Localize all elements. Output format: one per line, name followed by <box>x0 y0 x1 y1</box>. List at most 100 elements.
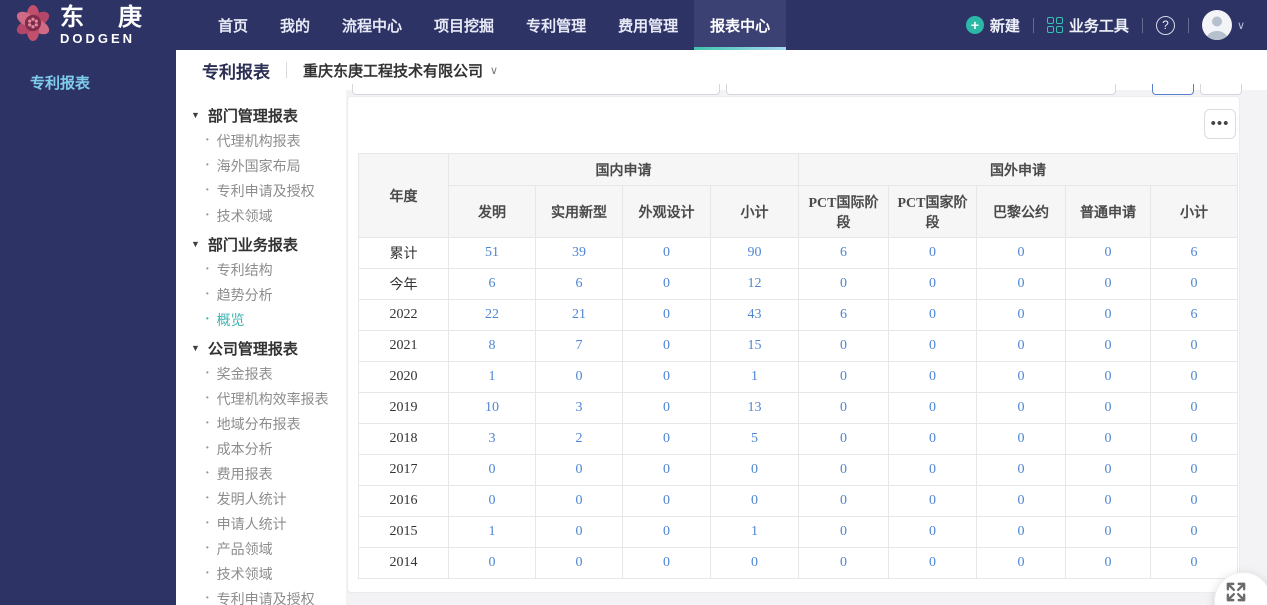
nav-item-首页[interactable]: 首页 <box>202 0 264 50</box>
nav-item-费用管理[interactable]: 费用管理 <box>602 0 694 50</box>
count-link[interactable]: 3 <box>576 400 583 415</box>
count-link[interactable]: 10 <box>485 400 499 415</box>
count-link[interactable]: 0 <box>663 338 670 353</box>
count-link[interactable]: 0 <box>751 462 758 477</box>
count-link[interactable]: 3 <box>489 431 496 446</box>
count-link[interactable]: 0 <box>751 493 758 508</box>
menu-item-成本分析[interactable]: · 成本分析 <box>191 436 346 461</box>
count-link[interactable]: 0 <box>1018 276 1025 291</box>
count-link[interactable]: 0 <box>929 307 936 322</box>
count-link[interactable]: 0 <box>1105 338 1112 353</box>
menu-item-海外国家布局[interactable]: · 海外国家布局 <box>191 153 346 178</box>
count-link[interactable]: 0 <box>1191 462 1198 477</box>
count-link[interactable]: 12 <box>748 276 762 291</box>
count-link[interactable]: 0 <box>663 493 670 508</box>
count-link[interactable]: 0 <box>1191 369 1198 384</box>
count-link[interactable]: 0 <box>929 524 936 539</box>
count-link[interactable]: 0 <box>1018 524 1025 539</box>
count-link[interactable]: 0 <box>576 493 583 508</box>
count-link[interactable]: 90 <box>748 245 762 260</box>
count-link[interactable]: 0 <box>576 462 583 477</box>
menu-group-公司管理报表[interactable]: ▼ 公司管理报表 <box>191 335 346 361</box>
count-link[interactable]: 0 <box>1105 524 1112 539</box>
sidebar-item-patent-reports[interactable]: 专利报表 <box>30 72 176 93</box>
nav-item-专利管理[interactable]: 专利管理 <box>510 0 602 50</box>
count-link[interactable]: 0 <box>1105 369 1112 384</box>
menu-item-费用报表[interactable]: · 费用报表 <box>191 461 346 486</box>
count-link[interactable]: 43 <box>748 307 762 322</box>
count-link[interactable]: 0 <box>929 245 936 260</box>
nav-item-报表中心[interactable]: 报表中心 <box>694 0 787 50</box>
count-link[interactable]: 7 <box>576 338 583 353</box>
count-link[interactable]: 0 <box>1018 493 1025 508</box>
menu-item-趋势分析[interactable]: · 趋势分析 <box>191 282 346 307</box>
menu-item-地域分布报表[interactable]: · 地域分布报表 <box>191 411 346 436</box>
count-link[interactable]: 1 <box>751 369 758 384</box>
count-link[interactable]: 0 <box>1018 338 1025 353</box>
menu-item-专利申请及授权[interactable]: · 专利申请及授权 <box>191 178 346 203</box>
count-link[interactable]: 2 <box>576 431 583 446</box>
count-link[interactable]: 0 <box>1105 276 1112 291</box>
count-link[interactable]: 0 <box>840 369 847 384</box>
count-link[interactable]: 0 <box>663 400 670 415</box>
count-link[interactable]: 0 <box>663 555 670 570</box>
count-link[interactable]: 0 <box>1191 493 1198 508</box>
count-link[interactable]: 6 <box>1191 245 1198 260</box>
menu-item-发明人统计[interactable]: · 发明人统计 <box>191 486 346 511</box>
count-link[interactable]: 21 <box>572 307 586 322</box>
count-link[interactable]: 1 <box>489 369 496 384</box>
count-link[interactable]: 6 <box>840 307 847 322</box>
menu-item-代理机构报表[interactable]: · 代理机构报表 <box>191 128 346 153</box>
count-link[interactable]: 0 <box>840 462 847 477</box>
more-options-button[interactable]: ••• <box>1204 109 1236 139</box>
count-link[interactable]: 0 <box>1018 245 1025 260</box>
count-link[interactable]: 0 <box>929 369 936 384</box>
menu-group-部门业务报表[interactable]: ▼ 部门业务报表 <box>191 231 346 257</box>
count-link[interactable]: 0 <box>840 555 847 570</box>
search-button-clipped[interactable] <box>1152 84 1194 95</box>
count-link[interactable]: 0 <box>929 493 936 508</box>
count-link[interactable]: 0 <box>1018 400 1025 415</box>
count-link[interactable]: 0 <box>489 555 496 570</box>
count-link[interactable]: 0 <box>489 493 496 508</box>
count-link[interactable]: 1 <box>751 524 758 539</box>
count-link[interactable]: 0 <box>1191 555 1198 570</box>
count-link[interactable]: 0 <box>929 276 936 291</box>
help-icon[interactable]: ? <box>1155 15 1175 35</box>
count-link[interactable]: 0 <box>929 555 936 570</box>
count-link[interactable]: 22 <box>485 307 499 322</box>
nav-item-我的[interactable]: 我的 <box>264 0 326 50</box>
count-link[interactable]: 0 <box>1018 462 1025 477</box>
count-link[interactable]: 0 <box>1191 431 1198 446</box>
count-link[interactable]: 0 <box>840 276 847 291</box>
filter-input-clipped[interactable] <box>352 84 720 95</box>
count-link[interactable]: 0 <box>489 462 496 477</box>
count-link[interactable]: 0 <box>576 369 583 384</box>
count-link[interactable]: 0 <box>663 245 670 260</box>
count-link[interactable]: 0 <box>576 524 583 539</box>
business-tools-button[interactable]: 业务工具 <box>1046 15 1129 36</box>
new-button[interactable]: + 新建 <box>965 15 1020 36</box>
menu-item-技术领域[interactable]: · 技术领域 <box>191 203 346 228</box>
count-link[interactable]: 0 <box>576 555 583 570</box>
count-link[interactable]: 0 <box>929 462 936 477</box>
count-link[interactable]: 0 <box>663 524 670 539</box>
count-link[interactable]: 6 <box>1191 307 1198 322</box>
count-link[interactable]: 5 <box>751 431 758 446</box>
count-link[interactable]: 0 <box>840 493 847 508</box>
nav-item-项目挖掘[interactable]: 项目挖掘 <box>418 0 510 50</box>
company-selector[interactable]: 重庆东庚工程技术有限公司 ∨ <box>303 60 498 81</box>
count-link[interactable]: 51 <box>485 245 499 260</box>
menu-item-专利申请及授权[interactable]: · 专利申请及授权 <box>191 586 346 605</box>
count-link[interactable]: 0 <box>1191 400 1198 415</box>
menu-group-部门管理报表[interactable]: ▼ 部门管理报表 <box>191 102 346 128</box>
nav-item-流程中心[interactable]: 流程中心 <box>326 0 418 50</box>
menu-item-概览[interactable]: · 概览 <box>191 307 346 332</box>
count-link[interactable]: 0 <box>1105 245 1112 260</box>
count-link[interactable]: 0 <box>663 462 670 477</box>
count-link[interactable]: 0 <box>840 524 847 539</box>
count-link[interactable]: 0 <box>840 400 847 415</box>
menu-item-代理机构效率报表[interactable]: · 代理机构效率报表 <box>191 386 346 411</box>
menu-item-技术领域[interactable]: · 技术领域 <box>191 561 346 586</box>
count-link[interactable]: 0 <box>840 431 847 446</box>
